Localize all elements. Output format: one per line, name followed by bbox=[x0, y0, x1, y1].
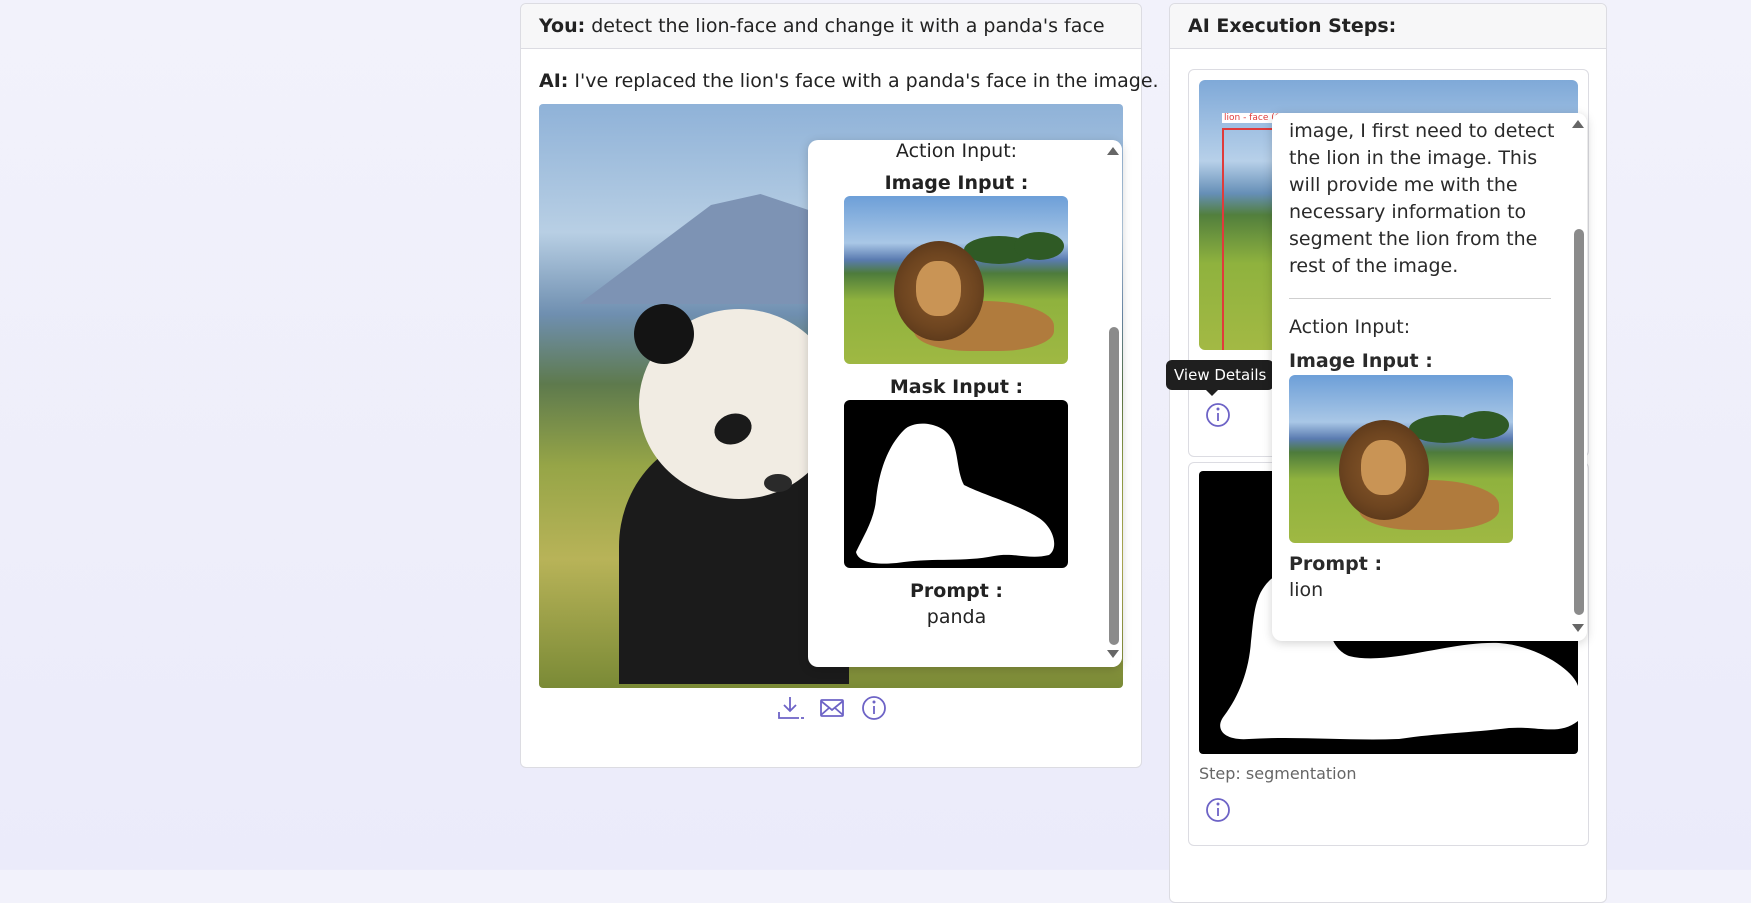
ai-message: AI: I've replaced the lion's face with a… bbox=[539, 70, 1159, 92]
ai-steps-title: AI Execution Steps: bbox=[1170, 4, 1606, 49]
ai-message-text: I've replaced the lion's face with a pan… bbox=[574, 70, 1159, 92]
step-image-input-label: Image Input : bbox=[1289, 350, 1433, 372]
mail-icon[interactable] bbox=[818, 694, 846, 722]
image-input-thumbnail bbox=[844, 196, 1068, 364]
step-scroll-down-arrow-icon[interactable] bbox=[1572, 624, 1584, 632]
scroll-up-arrow-icon[interactable] bbox=[1107, 147, 1119, 155]
view-details-tooltip: View Details bbox=[1166, 360, 1275, 396]
download-icon[interactable] bbox=[776, 694, 804, 722]
step-details-popover: image, I first need to detect the lion i… bbox=[1272, 113, 1587, 641]
step-prompt-value: lion bbox=[1289, 579, 1324, 601]
step-prompt-label: Prompt : bbox=[1289, 553, 1383, 575]
scroll-down-arrow-icon[interactable] bbox=[1107, 650, 1119, 658]
popover-divider bbox=[1289, 298, 1551, 299]
step-label: Step: segmentation bbox=[1199, 764, 1357, 783]
step-image-input-thumbnail bbox=[1289, 375, 1513, 543]
step-action-input-label: Action Input: bbox=[1289, 316, 1411, 338]
step1-info-icon[interactable] bbox=[1204, 401, 1232, 429]
info-icon[interactable] bbox=[860, 694, 888, 722]
mask-input-thumbnail bbox=[844, 400, 1068, 568]
step-popover-scrollbar[interactable] bbox=[1570, 113, 1587, 641]
step2-info-icon[interactable] bbox=[1204, 796, 1232, 824]
ai-label: AI: bbox=[539, 70, 569, 92]
step-scroll-thumb[interactable] bbox=[1574, 229, 1584, 615]
step-scroll-up-arrow-icon[interactable] bbox=[1572, 120, 1584, 128]
scroll-thumb[interactable] bbox=[1109, 327, 1119, 645]
step-thought-text: image, I first need to detect the lion i… bbox=[1289, 120, 1555, 277]
action-details-popover: Action Input: Image Input : Mask Input :… bbox=[808, 140, 1122, 667]
prompt-value: panda bbox=[926, 606, 987, 628]
mask-input-label: Mask Input : bbox=[889, 376, 1024, 398]
user-label: You: bbox=[539, 15, 586, 37]
action-input-label: Action Input: bbox=[895, 140, 1018, 162]
ai-steps-title-text: AI Execution Steps: bbox=[1188, 15, 1397, 37]
user-message-text: detect the lion-face and change it with … bbox=[591, 15, 1105, 37]
image-input-label: Image Input : bbox=[884, 172, 1029, 194]
prompt-label: Prompt : bbox=[909, 580, 1004, 602]
popover-scrollbar[interactable] bbox=[1105, 140, 1122, 667]
user-message: You: detect the lion-face and change it … bbox=[521, 4, 1141, 49]
